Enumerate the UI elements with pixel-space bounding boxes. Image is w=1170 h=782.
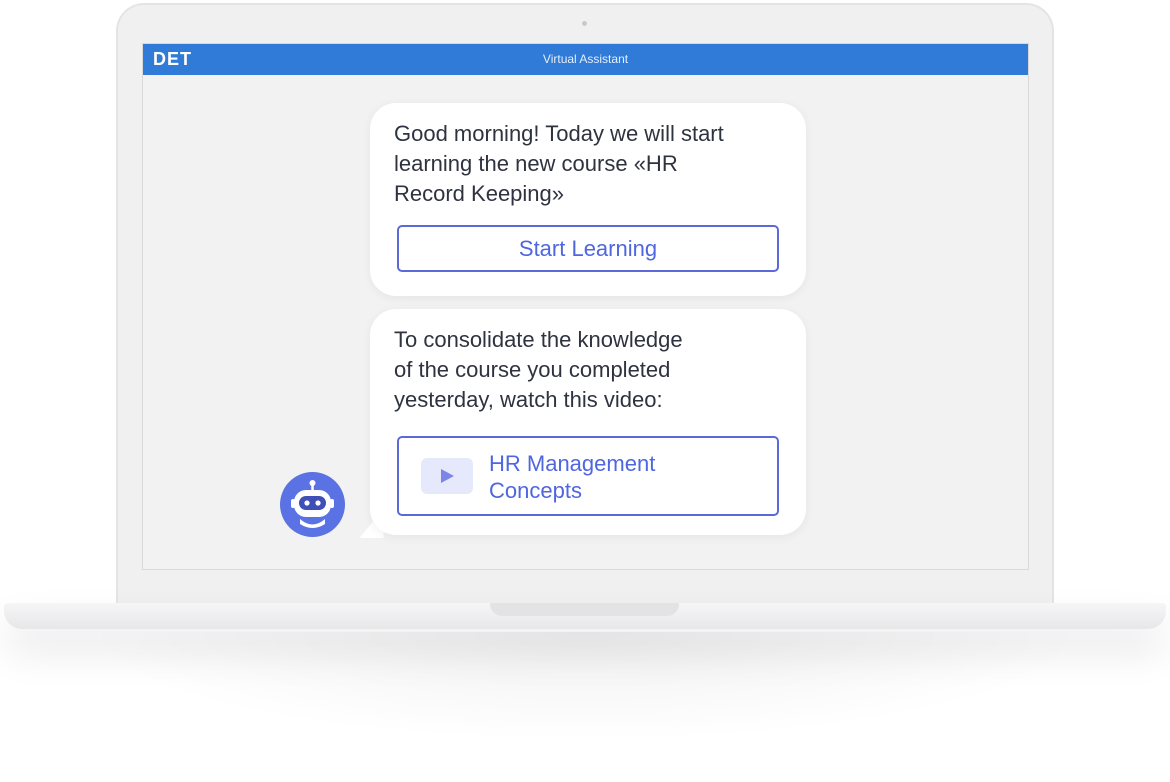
message-line: Record Keeping» <box>394 181 565 206</box>
start-learning-button[interactable]: Start Learning <box>397 225 779 272</box>
message-text: To consolidate the knowledge of the cour… <box>394 325 784 415</box>
message-line: learning the new course «HR <box>394 151 678 176</box>
chat-bubble: To consolidate the knowledge of the cour… <box>370 309 806 535</box>
camera-dot <box>582 21 587 26</box>
message-line: Good morning! Today we will start <box>394 121 724 146</box>
video-title-line: HR Management <box>489 451 656 476</box>
robot-icon <box>291 480 334 528</box>
video-title-line: Concepts <box>489 478 582 503</box>
assistant-avatar <box>280 472 345 537</box>
message-text: Good morning! Today we will start learni… <box>394 119 784 209</box>
laptop-shadow <box>80 632 1090 742</box>
message-line: yesterday, watch this video: <box>394 387 663 412</box>
play-icon <box>421 458 473 494</box>
laptop-notch <box>490 603 679 616</box>
message-line: To consolidate the knowledge <box>394 327 683 352</box>
video-link-card[interactable]: HR Management Concepts <box>397 436 779 516</box>
header-title: Virtual Assistant <box>542 52 629 66</box>
video-title: HR Management Concepts <box>489 450 655 504</box>
chat-bubble: Good morning! Today we will start learni… <box>370 103 806 296</box>
message-line: of the course you completed <box>394 357 671 382</box>
app-header: DET Virtual Assistant <box>143 44 1028 75</box>
